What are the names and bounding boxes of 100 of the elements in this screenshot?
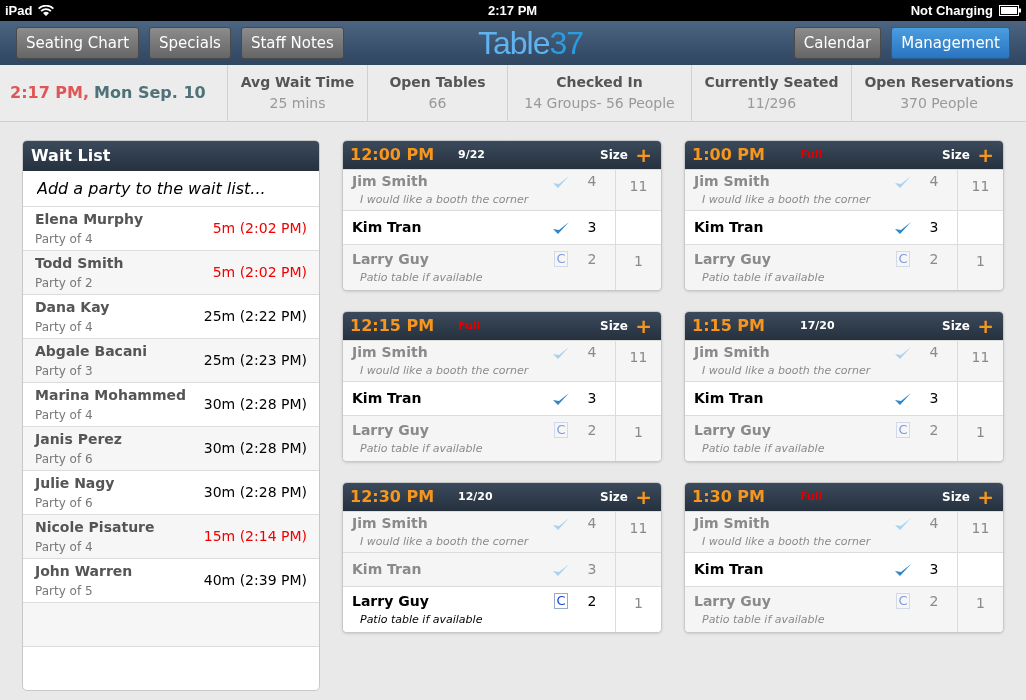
party-name: John Warren xyxy=(35,562,134,581)
table-number: 1 xyxy=(976,594,985,613)
checkmark-icon[interactable] xyxy=(552,561,570,578)
checkmark-icon[interactable] xyxy=(894,561,912,578)
slot-time: 12:15 PM xyxy=(350,315,436,337)
party-size: 3 xyxy=(928,389,940,408)
reservation-row[interactable]: Kim Tran 3 xyxy=(685,210,1003,244)
reservation-row[interactable]: Jim Smith 4 I would like a booth the corner 11 xyxy=(685,169,1003,210)
wait-time: 5m (2:02 PM) xyxy=(212,263,307,282)
reservation-row[interactable]: Larry Guy C 2 Patio table if available 1 xyxy=(685,415,1003,461)
party-size: Party of 3 xyxy=(35,363,94,380)
checkmark-icon[interactable] xyxy=(552,344,570,361)
reservation-note: I would like a booth the corner xyxy=(359,534,530,551)
guest-name: Jim Smith xyxy=(694,343,771,363)
reservation-row[interactable]: Larry Guy C 2 Patio table if available 1 xyxy=(343,244,661,290)
size-label: Size xyxy=(599,147,628,164)
checkmark-icon[interactable] xyxy=(894,173,912,190)
reservation-row[interactable]: Larry Guy C 2 Patio table if available 1 xyxy=(685,586,1003,632)
c-icon[interactable]: C xyxy=(896,251,910,268)
party-name: Abgale Bacani xyxy=(35,342,149,361)
reservation-row[interactable]: Kim Tran 3 xyxy=(343,381,661,415)
checkmark-icon[interactable] xyxy=(894,515,912,532)
guest-name: Jim Smith xyxy=(352,514,429,534)
table-number: 11 xyxy=(971,519,990,538)
nav-button[interactable]: Seating Chart xyxy=(16,27,139,59)
wait-time: 30m (2:28 PM) xyxy=(203,395,307,414)
reservation-note: Patio table if available xyxy=(701,440,826,457)
c-icon[interactable]: C xyxy=(896,593,910,610)
reservation-row[interactable]: Kim Tran 3 xyxy=(685,381,1003,415)
reservation-note: Patio table if available xyxy=(359,440,484,457)
table-number: 11 xyxy=(971,177,990,196)
reservation-row[interactable]: Jim Smith 4 I would like a booth the corner 11 xyxy=(685,511,1003,552)
wait-list-row[interactable]: Janis Perez Party of 6 30m (2:28 PM) xyxy=(23,427,319,471)
reservation-row[interactable]: Larry Guy C 2 Patio table if available 1 xyxy=(685,244,1003,290)
reservation-row[interactable]: Larry Guy C 2 Patio table if available 1 xyxy=(343,586,661,632)
wait-time: 25m (2:22 PM) xyxy=(203,307,307,326)
stat-label: Avg Wait Time xyxy=(240,73,355,92)
table-number: 11 xyxy=(971,348,990,367)
party-size: Party of 5 xyxy=(35,583,94,600)
reservation-note: Patio table if available xyxy=(701,611,826,628)
checkmark-icon[interactable] xyxy=(894,390,912,407)
add-party-field[interactable]: Add a party to the wait list... xyxy=(23,171,319,207)
c-icon[interactable]: C xyxy=(554,593,568,610)
party-size: 2 xyxy=(928,420,940,440)
party-size: 2 xyxy=(586,420,598,440)
add-button[interactable]: + xyxy=(635,487,652,507)
nav-button[interactable]: Management xyxy=(891,27,1010,59)
device-label: iPad xyxy=(5,1,33,20)
checkmark-icon[interactable] xyxy=(894,344,912,361)
nav-button[interactable]: Staff Notes xyxy=(240,27,344,59)
party-size: Party of 2 xyxy=(35,275,94,292)
reservation-row[interactable]: Larry Guy C 2 Patio table if available 1 xyxy=(343,415,661,461)
reservation-row[interactable]: Kim Tran 3 xyxy=(343,210,661,244)
reservation-row[interactable]: Jim Smith 4 I would like a booth the corner 11 xyxy=(685,340,1003,381)
checkmark-icon[interactable] xyxy=(552,515,570,532)
add-button[interactable]: + xyxy=(635,145,652,165)
reservation-row[interactable]: Jim Smith 4 I would like a booth the corner 11 xyxy=(343,340,661,381)
party-name: Todd Smith xyxy=(35,254,125,273)
checkmark-icon[interactable] xyxy=(552,173,570,190)
reservation-row[interactable]: Kim Tran 3 xyxy=(343,552,661,586)
wifi-icon xyxy=(38,4,55,17)
stat-label: Open Reservations xyxy=(864,73,1014,92)
table-number: 1 xyxy=(976,423,985,442)
checkmark-icon[interactable] xyxy=(552,219,570,236)
slot-time: 12:00 PM xyxy=(350,144,436,166)
party-size: Party of 6 xyxy=(35,495,94,512)
add-button[interactable]: + xyxy=(977,316,994,336)
nav-button[interactable]: Specials xyxy=(149,27,231,59)
stat-label: Checked In xyxy=(556,73,643,92)
party-size: 4 xyxy=(586,343,598,363)
guest-name: Larry Guy xyxy=(352,420,430,440)
reservation-note: I would like a booth the corner xyxy=(359,192,530,209)
slot-time: 1:15 PM xyxy=(692,315,766,337)
guest-name: Kim Tran xyxy=(694,218,765,237)
wait-time: 15m (2:14 PM) xyxy=(203,527,307,546)
reservation-row[interactable]: Kim Tran 3 xyxy=(685,552,1003,586)
c-icon[interactable]: C xyxy=(896,422,910,439)
slot-capacity: 17/20 xyxy=(800,317,836,334)
c-icon[interactable]: C xyxy=(554,251,568,268)
party-size: 3 xyxy=(928,218,940,237)
wait-list-row[interactable]: Todd Smith Party of 2 5m (2:02 PM) xyxy=(23,251,319,295)
wait-list-row[interactable]: Nicole Pisature Party of 4 15m (2:14 PM) xyxy=(23,515,319,559)
wait-time: 5m (2:02 PM) xyxy=(212,219,307,238)
add-button[interactable]: + xyxy=(635,316,652,336)
add-button[interactable]: + xyxy=(977,487,994,507)
checkmark-icon[interactable] xyxy=(894,219,912,236)
party-size: 3 xyxy=(586,218,598,237)
add-button[interactable]: + xyxy=(977,145,994,165)
c-icon[interactable]: C xyxy=(554,422,568,439)
wait-list-row[interactable]: Abgale Bacani Party of 3 25m (2:23 PM) xyxy=(23,339,319,383)
wait-list-title: Wait List xyxy=(31,145,111,167)
checkmark-icon[interactable] xyxy=(552,390,570,407)
reservation-row[interactable]: Jim Smith 4 I would like a booth the corner 11 xyxy=(343,169,661,210)
slot-capacity: 12/20 xyxy=(458,488,494,505)
nav-button[interactable]: Calendar xyxy=(793,27,882,59)
current-time: 2:17 PM, xyxy=(10,82,90,104)
party-size: 2 xyxy=(586,591,598,611)
party-size: 4 xyxy=(928,514,940,534)
size-label: Size xyxy=(941,489,970,506)
reservation-row[interactable]: Jim Smith 4 I would like a booth the corner 11 xyxy=(343,511,661,552)
